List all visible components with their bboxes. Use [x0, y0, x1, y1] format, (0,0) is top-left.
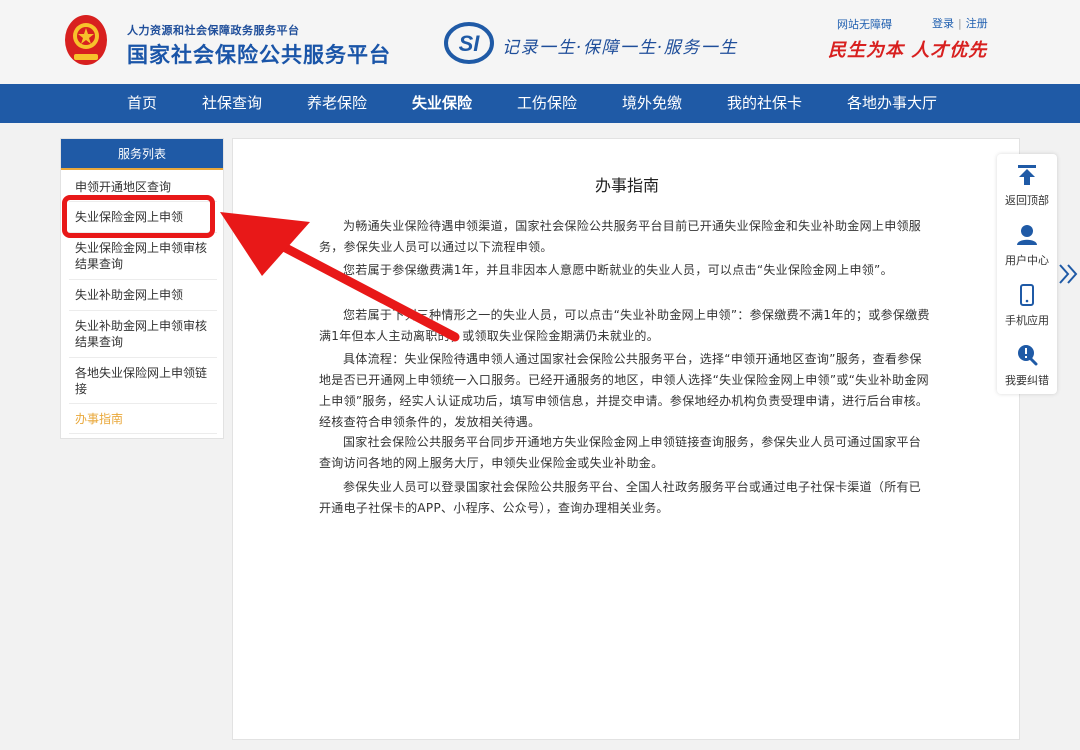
divider	[69, 433, 217, 434]
annotation-highlight-box	[62, 195, 215, 238]
sidebar-title: 服务列表	[61, 139, 223, 170]
nav-item-service-halls[interactable]: 各地办事大厅	[847, 84, 937, 123]
back-to-top-button[interactable]: 返回顶部	[997, 154, 1057, 214]
page-title: 办事指南	[594, 176, 659, 195]
register-link[interactable]: 注册	[966, 17, 988, 30]
si-logo-icon: SI	[444, 22, 494, 64]
paragraph: 国家社会保险公共服务平台同步开通地方失业保险金网上申领链接查询服务，参保失业人员…	[319, 435, 922, 470]
divider	[69, 357, 217, 358]
divider	[69, 310, 217, 311]
mobile-app-button[interactable]: 手机应用	[997, 274, 1057, 334]
nav-item-my-card[interactable]: 我的社保卡	[727, 84, 802, 123]
slogan: 记录一生·保障一生·服务一生	[502, 38, 738, 58]
sidebar-item-subsidy-apply[interactable]: 失业补助金网上申领	[75, 287, 217, 303]
login-register: 登录 | 注册	[932, 17, 988, 30]
user-center-button[interactable]: 用户中心	[997, 214, 1057, 274]
paragraph: 参保失业人员可以登录国家社会保险公共服务平台、全国人社政务服务平台或通过电子社保…	[319, 480, 922, 515]
site-subtitle: 人力资源和社会保障政务服务平台	[127, 24, 300, 37]
site-title[interactable]: 国家社会保险公共服务平台	[127, 39, 391, 69]
nav-item-home[interactable]: 首页	[127, 84, 157, 123]
sidebar-item-local-links[interactable]: 各地失业保险网上申领链接	[75, 365, 217, 397]
sidebar-item-benefit-result[interactable]: 失业保险金网上申领审核结果查询	[75, 240, 217, 272]
paragraph: 具体流程：失业保险待遇申领人通过国家社会保险公共服务平台，选择“申领开通地区查询…	[319, 352, 929, 429]
sidebar-item-guide[interactable]: 办事指南	[75, 411, 217, 427]
login-link[interactable]: 登录	[932, 17, 954, 30]
divider	[69, 403, 217, 404]
national-emblem-icon	[65, 15, 107, 65]
site-header: 人力资源和社会保障政务服务平台 国家社会保险公共服务平台 SI 记录一生·保障一…	[0, 0, 1080, 84]
nav-item-si-query[interactable]: 社保查询	[202, 84, 262, 123]
nav-item-overseas[interactable]: 境外免缴	[622, 84, 682, 123]
service-list-sidebar: 服务列表 申领开通地区查询 失业保险金网上申领 失业保险金网上申领审核结果查询 …	[60, 138, 224, 439]
feedback-button[interactable]: 我要纠错	[997, 334, 1057, 394]
float-label: 手机应用	[1005, 314, 1049, 327]
mobile-icon	[1020, 284, 1034, 306]
si-logo-text: SI	[459, 31, 481, 56]
floating-toolbar: 返回顶部 用户中心 手机应用 我要纠错	[997, 154, 1057, 394]
user-icon	[1017, 225, 1037, 245]
float-label: 用户中心	[1005, 254, 1049, 267]
accessible-link[interactable]: 网站无障碍	[837, 16, 892, 32]
sidebar-item-region-query[interactable]: 申领开通地区查询	[75, 179, 217, 195]
chevron-double-right-icon[interactable]	[1058, 262, 1080, 286]
paragraph: 您若属于参保缴费满1年，并且非因本人意愿中断就业的失业人员，可以点击“失业保险金…	[343, 263, 893, 277]
main-nav: 首页 社保查询 养老保险 失业保险 工伤保险 境外免缴 我的社保卡 各地办事大厅	[0, 84, 1080, 123]
float-label: 我要纠错	[1005, 374, 1049, 387]
feedback-icon	[1018, 345, 1038, 366]
motto: 民生为本 人才优先	[828, 40, 988, 61]
arrow-up-icon	[1018, 165, 1036, 185]
content-panel: 办事指南 为畅通失业保险待遇申领渠道，国家社会保险公共服务平台目前已开通失业保险…	[232, 138, 1020, 740]
nav-item-unemployment[interactable]: 失业保险	[412, 84, 472, 123]
nav-item-pension[interactable]: 养老保险	[307, 84, 367, 123]
sidebar-item-subsidy-result[interactable]: 失业补助金网上申领审核结果查询	[75, 318, 217, 350]
paragraph: 为畅通失业保险待遇申领渠道，国家社会保险公共服务平台目前已开通失业保险金和失业补…	[319, 219, 922, 254]
divider	[69, 279, 217, 280]
nav-item-injury[interactable]: 工伤保险	[517, 84, 577, 123]
float-label: 返回顶部	[1005, 194, 1049, 207]
paragraph: 您若属于下列三种情形之一的失业人员，可以点击“失业补助金网上申领”：参保缴费不满…	[319, 308, 930, 343]
